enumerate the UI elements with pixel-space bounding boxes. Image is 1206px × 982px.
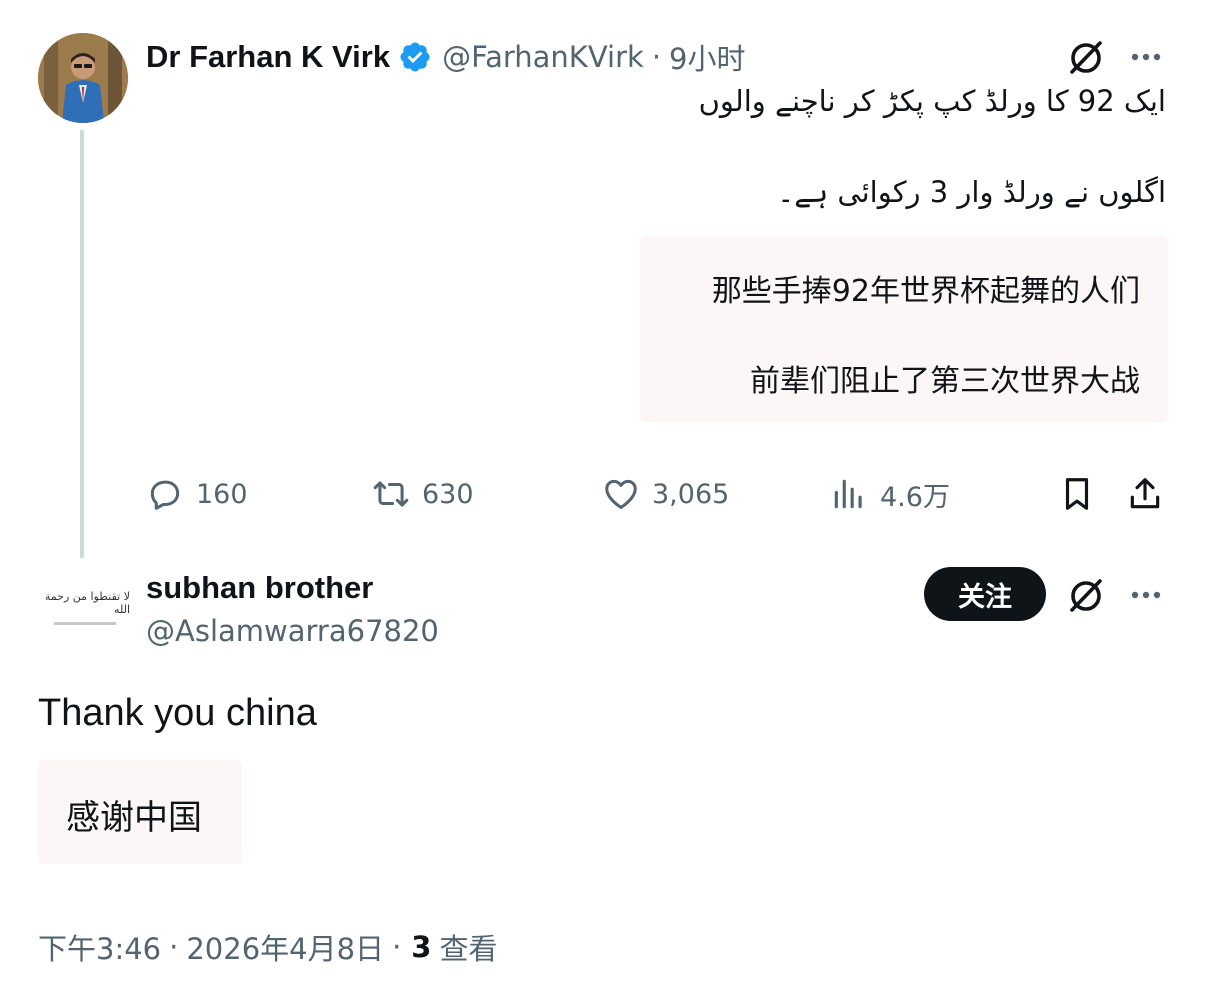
grok-icon[interactable] bbox=[1066, 575, 1106, 615]
tweet-text-urdu-line-2: اگلوں نے ورلڈ وار 3 رکوائی ہے۔ bbox=[777, 175, 1166, 209]
views-icon bbox=[834, 479, 862, 509]
translation-line-1: 那些手捧92年世界杯起舞的人们 bbox=[711, 274, 1140, 309]
more-icon[interactable] bbox=[1126, 40, 1166, 74]
thread-connector-line bbox=[80, 130, 84, 558]
tweet-action-bar: 160 630 3,065 4.6万 bbox=[146, 470, 1176, 518]
tweet-meta: 下午3:46 · 2026年4月8日 · 3 查看 bbox=[38, 926, 497, 968]
retweet-button[interactable]: 630 bbox=[372, 470, 474, 518]
parent-tweet-header: Dr Farhan K Virk @FarhanKVirk · 9小时 bbox=[146, 36, 745, 78]
bookmark-button[interactable] bbox=[1058, 470, 1096, 518]
reply-count: 160 bbox=[196, 478, 248, 510]
reply-icon bbox=[150, 480, 180, 510]
meta-separator-1: · bbox=[169, 930, 179, 964]
reply-tweet-text: Thank you china bbox=[38, 692, 317, 734]
verified-badge-icon bbox=[400, 42, 430, 72]
reply-translation-text: 感谢中国 bbox=[66, 798, 202, 838]
reply-author-handle[interactable]: @Aslamwarra67820 bbox=[146, 614, 439, 648]
tweet-views-label: 查看 bbox=[439, 932, 498, 966]
grok-icon[interactable] bbox=[1066, 37, 1106, 77]
retweet-count: 630 bbox=[422, 478, 474, 510]
tweet-views-count: 3 bbox=[411, 930, 432, 964]
avatar-photo bbox=[38, 33, 128, 123]
share-icon bbox=[1130, 478, 1160, 509]
avatar-logo-text: لا تقنطوا من رحمة الله bbox=[44, 589, 130, 616]
translation-box: 那些手捧92年世界杯起舞的人们 前辈们阻止了第三次世界大战 bbox=[640, 236, 1168, 422]
avatar-logo-subline bbox=[54, 621, 116, 625]
share-button[interactable] bbox=[1126, 470, 1164, 518]
header-separator: · bbox=[651, 40, 662, 74]
author-avatar[interactable] bbox=[38, 33, 128, 123]
follow-button[interactable]: 关注 bbox=[924, 567, 1046, 621]
bookmark-icon bbox=[1065, 478, 1089, 510]
reply-author-avatar[interactable]: لا تقنطوا من رحمة الله bbox=[40, 562, 130, 652]
reply-translation-box: 感谢中国 bbox=[38, 760, 242, 864]
author-handle[interactable]: @FarhanKVirk bbox=[442, 40, 644, 74]
translation-line-2: 前辈们阻止了第三次世界大战 bbox=[750, 364, 1140, 399]
like-count: 3,065 bbox=[652, 478, 730, 510]
views-button[interactable]: 4.6万 bbox=[830, 470, 950, 518]
more-icon[interactable] bbox=[1126, 578, 1166, 612]
tweet-time[interactable]: 9小时 bbox=[669, 36, 745, 78]
meta-separator-2: · bbox=[392, 930, 402, 964]
reply-button[interactable]: 160 bbox=[146, 470, 248, 518]
author-name[interactable]: Dr Farhan K Virk bbox=[146, 39, 390, 75]
tweet-text-urdu-line-1: ایک 92 کا ورلڈ کپ پکڑ کر ناچنے والوں bbox=[698, 84, 1166, 118]
like-button[interactable]: 3,065 bbox=[602, 470, 729, 518]
like-icon bbox=[605, 479, 637, 509]
retweet-icon bbox=[373, 481, 409, 507]
views-count: 4.6万 bbox=[880, 481, 950, 513]
tweet-date[interactable]: 2026年4月8日 bbox=[186, 926, 384, 968]
tweet-timestamp[interactable]: 下午3:46 bbox=[38, 926, 161, 968]
reply-author-name[interactable]: subhan brother bbox=[146, 570, 373, 606]
